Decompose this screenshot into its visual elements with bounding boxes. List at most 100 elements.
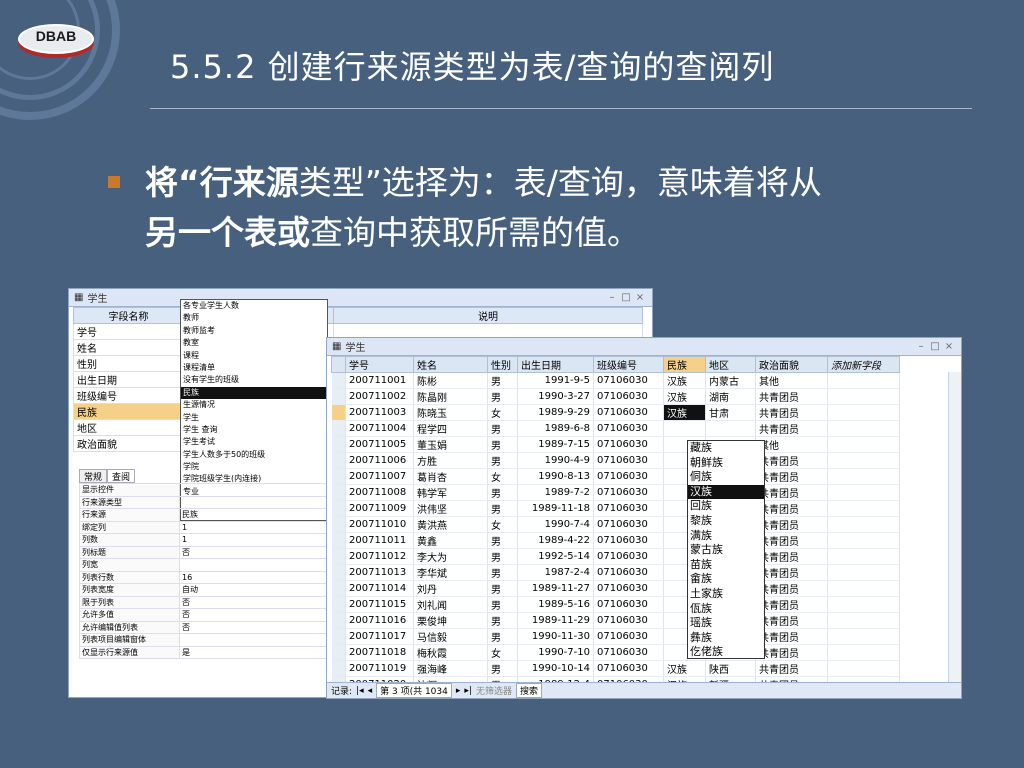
row-selector[interactable] [331,564,346,581]
property-value[interactable]: 1 [179,533,329,547]
table-cell[interactable]: 07106030 [593,532,664,549]
query-option[interactable]: 学生 查询 [181,424,327,436]
field-name[interactable]: 班级编号 [73,387,184,404]
row-selector[interactable] [331,612,346,629]
table-cell[interactable]: 汉族 [663,660,706,677]
table-cell[interactable]: 男 [487,484,518,501]
table-cell[interactable]: 1989-5-16 [517,596,594,613]
table-cell[interactable]: 共青团员 [755,500,828,517]
table-cell[interactable]: 1989-6-8 [517,420,594,437]
table-cell[interactable]: 共青团员 [755,452,828,469]
table-cell[interactable]: 共青团员 [755,660,828,677]
empty-cell[interactable] [827,628,900,645]
table-cell[interactable]: 男 [487,628,518,645]
table-row[interactable]: 200711006 方胜男 1990-4-9 07106030 共青团员 [331,452,900,469]
table-cell[interactable]: 07106030 [593,388,664,405]
field-name[interactable]: 民族 [73,403,184,420]
query-option[interactable]: 没有学生的班级 [181,374,327,386]
table-cell[interactable]: 1990-11-30 [517,628,594,645]
table-cell[interactable]: 葛肖杏 [413,468,488,485]
table-cell[interactable]: 1990-7-10 [517,644,594,661]
table-cell[interactable]: 共青团员 [755,516,828,533]
table-row[interactable]: 200711004 程学四男 1989-6-8 07106030 共青团员 [331,420,900,437]
table-cell[interactable]: 其他 [755,372,828,389]
property-row[interactable]: 显示控件 [79,483,329,497]
table-cell[interactable]: 黄鑫 [413,532,488,549]
table-cell[interactable]: 200711008 [345,484,414,501]
table-cell[interactable]: 汉族 [663,388,706,405]
table-cell[interactable]: 汉族 [663,404,706,421]
table-cell[interactable]: 强海峰 [413,660,488,677]
table-cell[interactable]: 200711011 [345,532,414,549]
nation-option[interactable]: 侗族 [688,470,764,485]
row-selector[interactable] [331,420,346,437]
property-value[interactable] [179,633,329,647]
table-cell[interactable]: 1989-11-18 [517,500,594,517]
tab-general[interactable]: 常规 [79,469,108,483]
table-row[interactable]: 200711002 陈晶刚男 1990-3-27 07106030 汉族 湖南 共青团员 [331,388,900,405]
table-cell[interactable]: 07106030 [593,468,664,485]
query-option[interactable]: 课程清单 [181,362,327,374]
next-record-icon[interactable]: ▸ [456,686,461,696]
nation-option[interactable]: 仡佬族 [688,645,764,658]
column-header[interactable]: 出生日期 [517,356,594,373]
property-row[interactable]: 列表项目编辑窗体 [79,633,329,647]
nation-option[interactable]: 朝鲜族 [688,456,764,471]
row-selector[interactable] [331,516,346,533]
table-cell[interactable]: 200711001 [345,372,414,389]
table-row[interactable]: 200711017 马信毅男 1990-11-30 07106030 共青团员 [331,628,900,645]
minimize-icon[interactable]: – [605,292,619,303]
property-row[interactable]: 允许编辑值列表否 [79,620,329,634]
nation-option[interactable]: 彝族 [688,631,764,646]
table-row[interactable]: 200711015 刘礼闻男 1989-5-16 07106030 共青团员 [331,596,900,613]
table-cell[interactable]: 内蒙古 [705,372,756,389]
row-selector[interactable] [331,452,346,469]
table-cell[interactable]: 1989-11-29 [517,612,594,629]
table-row[interactable]: 200711001 陈彬男 1991-9-5 07106030 汉族 内蒙古 其他 [331,372,900,389]
table-cell[interactable]: 共青团员 [755,404,828,421]
table-cell[interactable]: 07106030 [593,548,664,565]
property-value[interactable] [179,495,329,509]
table-cell[interactable]: 共青团员 [755,388,828,405]
table-cell[interactable]: 07106030 [593,660,664,677]
table-cell[interactable]: 共青团员 [755,548,828,565]
table-cell[interactable]: 女 [487,404,518,421]
column-header[interactable]: 民族 [663,356,706,373]
nation-option[interactable]: 回族 [688,499,764,514]
column-header[interactable]: 学号 [345,356,414,373]
table-cell[interactable]: 李华斌 [413,564,488,581]
table-cell[interactable]: 陈晶刚 [413,388,488,405]
table-cell[interactable]: 女 [487,644,518,661]
row-selector[interactable] [331,628,346,645]
table-cell[interactable]: 刘丹 [413,580,488,597]
table-row[interactable]: 200711014 刘丹男 1989-11-27 07106030 共青团员 [331,580,900,597]
table-cell[interactable]: 200711017 [345,628,414,645]
property-row[interactable]: 列宽 [79,558,329,572]
table-cell[interactable]: 男 [487,548,518,565]
table-cell[interactable]: 女 [487,516,518,533]
table-cell[interactable]: 1992-5-14 [517,548,594,565]
table-cell[interactable]: 男 [487,388,518,405]
table-cell[interactable]: 共青团员 [755,612,828,629]
table-cell[interactable]: 洪伟坚 [413,500,488,517]
table-cell[interactable]: 程学四 [413,420,488,437]
row-selector[interactable] [331,596,346,613]
empty-cell[interactable] [827,484,900,501]
table-row[interactable]: 200711007 葛肖杏女 1990-8-13 07106030 共青团员 [331,468,900,485]
nation-option[interactable]: 土家族 [688,587,764,602]
table-row[interactable]: 200711003 陈晓玉女 1989-9-29 07106030 汉族 甘肃 共青团员 [331,404,900,421]
query-option[interactable]: 教室 [181,337,327,349]
nation-option[interactable]: 畲族 [688,572,764,587]
table-cell[interactable]: 07106030 [593,436,664,453]
table-cell[interactable]: 梅秋霞 [413,644,488,661]
empty-cell[interactable] [827,372,900,389]
table-cell[interactable]: 07106030 [593,564,664,581]
field-name[interactable]: 出生日期 [73,371,184,388]
table-cell[interactable]: 董玉娟 [413,436,488,453]
maximize-icon[interactable]: □ [619,292,633,303]
table-cell[interactable]: 200711002 [345,388,414,405]
column-header[interactable]: 班级编号 [593,356,664,373]
filter-status[interactable]: 无筛选器 [476,684,512,697]
table-cell[interactable]: 07106030 [593,372,664,389]
table-cell[interactable]: 共青团员 [755,420,828,437]
